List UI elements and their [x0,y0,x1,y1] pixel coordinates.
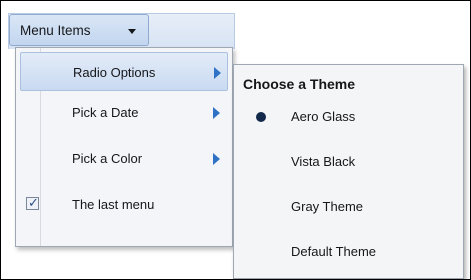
radio-option-label: Default Theme [291,244,377,259]
menu-item-radio-options[interactable]: Radio Options [20,52,228,91]
menu-item-pick-a-date[interactable]: Pick a Date [20,93,228,132]
caret-down-icon [128,29,136,34]
menu-items-label: Menu Items [20,23,91,38]
submenu-arrow-icon [214,67,221,79]
menu-items-button[interactable]: Menu Items [9,14,149,46]
menu-item-label: Pick a Date [72,105,139,120]
dropdown-menu: Radio Options Pick a Date Pick a Color ✓… [15,47,233,247]
radio-option-default-theme[interactable]: Default Theme [235,232,462,272]
radio-option-gray-theme[interactable]: Gray Theme [235,187,462,227]
check-mark-icon: ✓ [28,195,39,210]
menu-item-label: Radio Options [73,65,156,80]
menu-item-label: The last menu [72,197,155,212]
checkbox-checked-icon[interactable]: ✓ [26,195,39,210]
radio-option-vista-black[interactable]: Vista Black [235,142,462,182]
radio-option-label: Vista Black [291,154,356,169]
theme-submenu: Choose a Theme Aero Glass Vista Black Gr… [233,64,464,279]
radio-option-label: Gray Theme [291,199,364,214]
radio-option-label: Aero Glass [291,109,356,124]
submenu-heading: Choose a Theme [243,76,356,92]
menu-item-the-last-menu[interactable]: ✓ The last menu [20,185,228,224]
submenu-arrow-icon [213,107,220,119]
radio-option-aero-glass[interactable]: Aero Glass [235,97,462,137]
menu-item-label: Pick a Color [72,151,143,166]
menu-item-pick-a-color[interactable]: Pick a Color [20,139,228,178]
radio-selected-dot-icon [256,112,266,122]
submenu-arrow-icon [213,153,220,165]
